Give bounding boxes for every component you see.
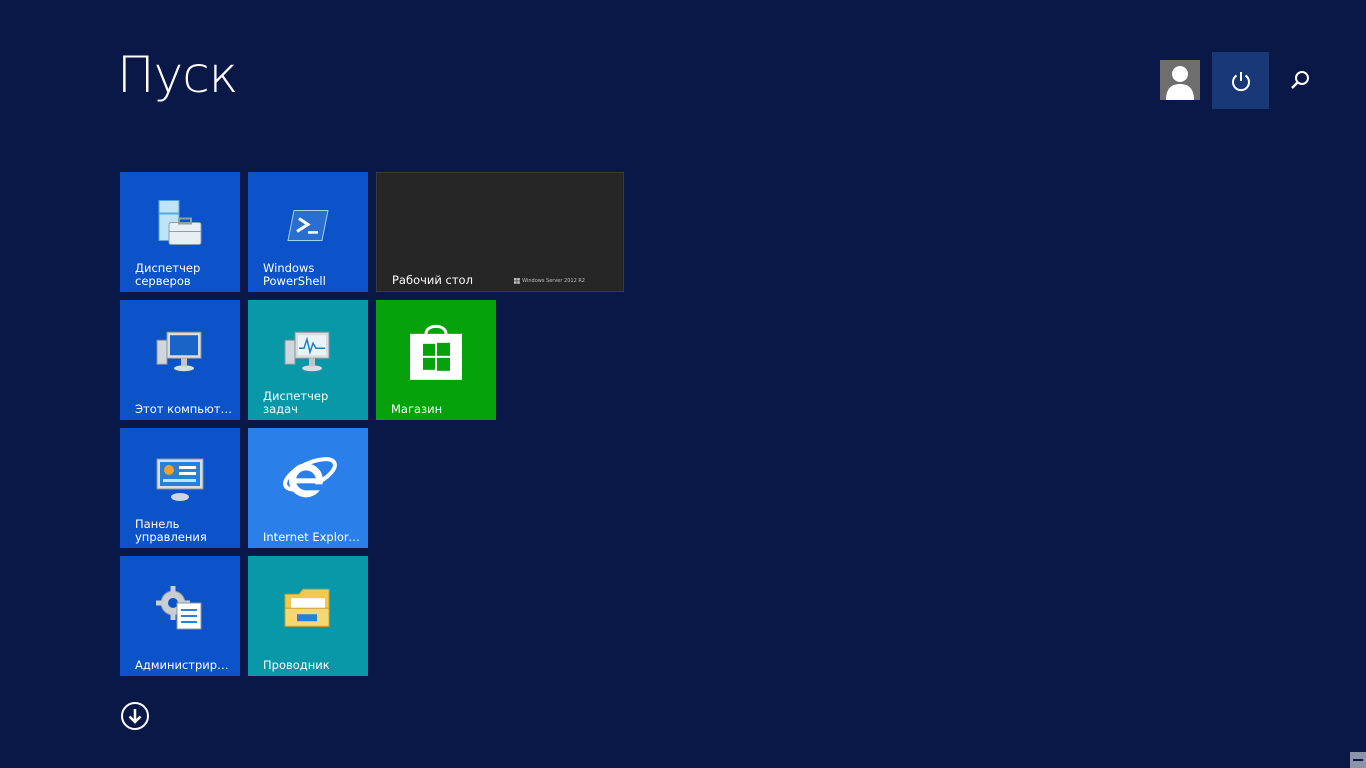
start-screen: Пуск Диспетчер серверов Windows PowerShe…: [0, 0, 1366, 768]
tile-internet-explorer[interactable]: Internet Explorer: [248, 428, 368, 548]
control-panel-icon: [155, 457, 205, 507]
minus-icon: [1353, 759, 1363, 761]
tile-store[interactable]: Магазин: [376, 300, 496, 420]
file-explorer-icon: [283, 586, 333, 634]
tile-label: Этот компьютер: [135, 403, 232, 416]
computer-icon: [155, 330, 205, 378]
tile-admin-tools[interactable]: Администриро...: [120, 556, 240, 676]
all-apps-button[interactable]: [120, 701, 150, 731]
tile-desktop[interactable]: Windows Server 2012 R2 Рабочий стол: [376, 172, 624, 292]
tile-powershell[interactable]: Windows PowerShell: [248, 172, 368, 292]
tile-label: Рабочий стол: [392, 274, 473, 287]
user-avatar[interactable]: [1160, 60, 1200, 100]
down-arrow-circle-icon: [121, 702, 149, 730]
tile-server-manager[interactable]: Диспетчер серверов: [120, 172, 240, 292]
tile-control-panel[interactable]: Панель управления: [120, 428, 240, 548]
tile-label: Администриро...: [135, 659, 232, 672]
search-icon: [1291, 71, 1309, 89]
internet-explorer-icon: [278, 448, 338, 512]
tile-label: Проводник: [263, 659, 330, 672]
tile-label: Windows PowerShell: [263, 262, 326, 288]
tile-label: Диспетчер задач: [263, 390, 329, 416]
store-icon: [408, 318, 464, 386]
server-manager-icon: [153, 199, 207, 253]
tile-task-manager[interactable]: Диспетчер задач: [248, 300, 368, 420]
powershell-icon: [286, 208, 330, 246]
page-title: Пуск: [117, 46, 238, 104]
search-button[interactable]: [1282, 62, 1318, 98]
tile-this-pc[interactable]: Этот компьютер: [120, 300, 240, 420]
tile-label: Магазин: [391, 403, 443, 416]
user-avatar-icon: [1160, 60, 1200, 100]
power-button[interactable]: [1212, 52, 1269, 109]
admin-tools-icon: [155, 585, 205, 635]
tile-label: Панель управления: [135, 518, 207, 544]
tile-file-explorer[interactable]: Проводник: [248, 556, 368, 676]
tile-label: Диспетчер серверов: [135, 262, 201, 288]
tile-label: Internet Explorer: [263, 531, 360, 544]
zoom-out-button[interactable]: [1350, 752, 1366, 768]
power-icon: [1231, 71, 1250, 91]
task-manager-icon: [283, 330, 333, 378]
